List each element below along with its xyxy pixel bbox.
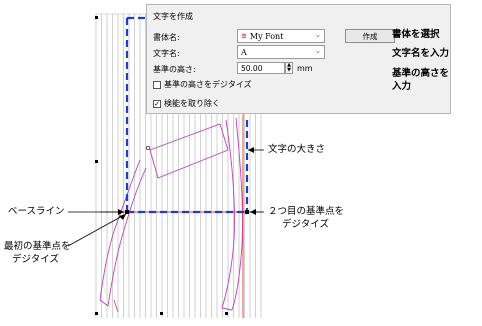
chevron-down-icon[interactable]: ⌄ <box>315 47 321 55</box>
digitize-height-option[interactable]: 基準の高さをデジタイズ <box>153 79 252 90</box>
letters-input[interactable]: A ⌄ <box>237 45 325 59</box>
callout-first-point-2: デジタイズ <box>12 254 60 265</box>
letters-label: 文字名: <box>153 49 180 58</box>
callout-first-point-1: 最初の基準点を <box>4 241 71 252</box>
callout-select-font: 書体を選択 <box>392 29 440 40</box>
font-select[interactable]: ≋ My Font ⌄ <box>237 29 325 43</box>
height-unit: mm <box>297 64 313 73</box>
callout-enter-height-1: 基準の高さを <box>392 68 450 79</box>
chevron-down-icon: ⌄ <box>315 31 321 39</box>
height-label: 基準の高さ: <box>153 65 196 74</box>
callout-second-point-1: ２つ目の基準点を <box>268 206 345 217</box>
callout-letter-size: 文字の大きさ <box>268 144 326 155</box>
letter-outline <box>99 117 243 313</box>
height-spinner[interactable]: ▲ ▼ <box>285 62 293 74</box>
callout-baseline: ベースライン <box>8 206 65 217</box>
digitize-height-checkbox[interactable] <box>153 80 161 89</box>
dialog-title: 文字を作成 <box>153 12 193 21</box>
height-input[interactable]: 50.00 <box>237 62 285 74</box>
callout-second-point-2: デジタイズ <box>282 219 330 230</box>
font-label: 書体名: <box>153 33 180 42</box>
font-stitch-icon: ≋ <box>241 32 247 40</box>
callout-enter-height-2: 入力 <box>392 81 412 92</box>
callout-enter-letter: 文字名を入力 <box>392 48 450 59</box>
letters-input-value: A <box>241 47 247 57</box>
remove-overlap-label: 検能を取り除く <box>164 99 220 108</box>
remove-overlap-checkbox[interactable]: ✓ <box>153 99 161 108</box>
create-button[interactable]: 作成 <box>345 29 395 43</box>
control-point[interactable] <box>145 145 151 151</box>
font-select-value: My Font <box>249 31 284 41</box>
remove-overlap-option[interactable]: ✓ 検能を取り除く <box>153 98 220 109</box>
digitize-height-label: 基準の高さをデジタイズ <box>164 80 252 89</box>
